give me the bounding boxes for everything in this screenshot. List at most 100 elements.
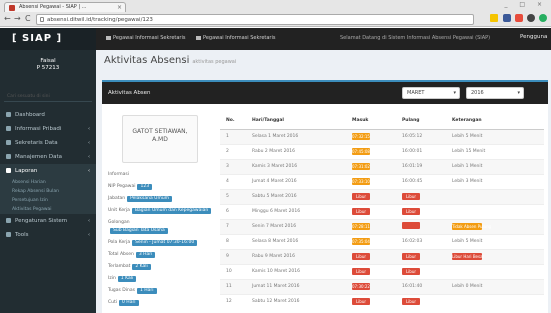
table-cell: 07:35:04 (346, 233, 396, 249)
sidebar-item-pengaturan[interactable]: Pengaturan Sistem ‹ (0, 214, 96, 228)
table-row[interactable]: 12 Sabtu 12 Maret 2016 Libur Libur (220, 293, 544, 309)
table-cell: Lebih 0 Menit (446, 278, 544, 294)
table-cell: Selasa 1 Maret 2016 (246, 128, 346, 144)
browser-tab[interactable]: Absensi Pegawai - SIAP | ... × (4, 2, 126, 12)
status-badge: Libur (352, 268, 370, 275)
status-badge: 07:45:08 (352, 148, 370, 155)
table-cell: Lebih 3 Menit (446, 173, 544, 189)
reload-icon[interactable]: C (25, 14, 31, 24)
table-cell: 07:28:11 (346, 218, 396, 234)
sidebar-item-sekretaris[interactable]: Sekretaris Data ‹ (0, 136, 96, 150)
status-badge: Libur (402, 268, 420, 275)
tab-close-icon[interactable]: × (117, 3, 122, 12)
extension-icon[interactable] (503, 14, 511, 22)
attendance-box: Aktivitas Absen MARET ▾ 2016 ▾ GATOT SETIA… (102, 80, 548, 313)
address-bar[interactable]: absensi.ditwil.id/tracking/pegawai/123 (36, 14, 474, 25)
info-chip: Sub Bagian Tata Usaha (110, 228, 168, 234)
status-badge: Libur (402, 193, 420, 200)
app-topbar: [ SIAP ] Pegawai Informasi Sekretaris Pe… (0, 28, 551, 50)
menu-icon (106, 35, 111, 40)
star-icon[interactable] (490, 14, 498, 22)
info-row: NIP Pegawai 123 (108, 184, 153, 190)
sidebar-search[interactable]: Cari sesuatu di sini (4, 92, 92, 102)
sidebar-item-manajemen[interactable]: Manajemen Data ‹ (0, 150, 96, 164)
favicon-icon (9, 5, 15, 11)
back-icon[interactable]: ← (4, 14, 11, 24)
table-cell: 16:00:01 (396, 143, 446, 159)
table-row[interactable]: 10 Kamis 10 Maret 2016 Libur Libur (220, 263, 544, 279)
table-cell: Selasa 8 Maret 2016 (246, 233, 346, 249)
sidebar-item-laporan[interactable]: Laporan ‹ (0, 164, 96, 178)
table-cell: 12 (220, 293, 246, 309)
table-cell: 3 (220, 158, 246, 174)
table-cell: 07:31:02 (346, 158, 396, 174)
status-badge: 07:30:22 (352, 283, 370, 290)
page-title: Aktivitas Absensi aktivitas pegawai (104, 55, 237, 66)
menu-icon (196, 35, 201, 40)
caret-down-icon: ‹ (88, 168, 90, 174)
table-cell (446, 203, 544, 219)
extension-icon[interactable] (527, 14, 535, 22)
info-chip: 0 Hari (119, 300, 139, 306)
info-row: Golongan (108, 220, 130, 225)
table-cell: 16:01:40 (396, 278, 446, 294)
table-row[interactable]: 11 Jumat 11 Maret 2016 07:30:22 16:01:40 Leb… (220, 278, 544, 294)
table-cell: Rabu 9 Maret 2016 (246, 248, 346, 264)
table-cell: Rabu 2 Maret 2016 (246, 143, 346, 159)
sidebar-subitem[interactable]: Aktivitas Pegawai (0, 205, 96, 214)
table-cell: Libur (346, 203, 396, 219)
info-row: Sub Bagian Tata Usaha (108, 228, 168, 234)
table-cell: Jumat 4 Maret 2016 (246, 173, 346, 189)
sidebar-item-info[interactable]: Informasi Pribadi ‹ (0, 122, 96, 136)
sidebar-subitem[interactable]: Persetujuan Izin (0, 196, 96, 205)
table-cell: Libur (396, 293, 446, 309)
sidebar-item-dashboard[interactable]: Dashboard (0, 108, 96, 122)
table-row[interactable]: 2 Rabu 2 Maret 2016 07:45:08 16:00:01 Lebih … (220, 143, 544, 159)
top-menu-item[interactable]: Pegawai Informasi Sekretaris (106, 35, 185, 41)
year-select[interactable]: 2016 ▾ (466, 87, 524, 99)
col-header[interactable]: Hari/Tanggal (246, 112, 346, 130)
database-icon (6, 154, 11, 159)
table-cell: 9 (220, 248, 246, 264)
forward-icon[interactable]: → (14, 14, 21, 24)
sidebar: Faisal P 57213 Cari sesuatu di sini Dash… (0, 50, 96, 313)
sidebar-subitem[interactable]: Absensi Harian (0, 178, 96, 187)
top-menu-item[interactable]: Pegawai Informasi Sekretaris (196, 35, 275, 41)
table-header-row: No. Hari/Tanggal Masuk Pulang Keterangan (220, 112, 544, 130)
col-header: No. (220, 112, 246, 130)
table-cell: Sabtu 5 Maret 2016 (246, 188, 346, 204)
extension-icon[interactable] (515, 14, 523, 22)
table-row[interactable]: 7 Senin 7 Maret 2016 07:28:11 Tidak Absen P… (220, 218, 544, 234)
attendance-table: No. Hari/Tanggal Masuk Pulang Keterangan… (220, 112, 544, 309)
table-cell (396, 218, 446, 234)
month-select[interactable]: MARET ▾ (402, 87, 460, 99)
table-cell: Tidak Absen Pulang (446, 218, 544, 234)
table-cell: 16:00:45 (396, 173, 446, 189)
table-cell: 11 (220, 278, 246, 294)
col-header[interactable]: Masuk (346, 112, 396, 130)
table-row[interactable]: 8 Selasa 8 Maret 2016 07:35:04 16:02:03 Lebi… (220, 233, 544, 249)
caret-left-icon: ‹ (88, 218, 90, 224)
status-badge: Tidak Absen Pulang (452, 223, 492, 230)
table-row[interactable]: 4 Jumat 4 Maret 2016 07:33:10 16:00:45 Lebih… (220, 173, 544, 189)
table-cell: Libur (396, 248, 446, 264)
table-row[interactable]: 9 Rabu 9 Maret 2016 Libur Libur Libur Hari B… (220, 248, 544, 264)
user-menu[interactable]: Pengguna (520, 34, 547, 40)
table-row[interactable]: 5 Sabtu 5 Maret 2016 Libur Libur (220, 188, 544, 204)
table-row[interactable]: 1 Selasa 1 Maret 2016 07:32:15 16:05:12 Lebi… (220, 128, 544, 144)
status-badge: 07:32:15 (352, 133, 370, 140)
extension-icon[interactable] (539, 14, 547, 22)
info-row: Tugas Dinas 1 Hari (108, 288, 157, 294)
table-row[interactable]: 6 Minggu 6 Maret 2016 Libur Libur (220, 203, 544, 219)
browser-chrome: Absensi Pegawai - SIAP | ... × _ □ × ← →… (0, 0, 551, 27)
employee-card: GATOT SETIAWAN, A.MD (122, 115, 198, 163)
col-header[interactable]: Keterangan (446, 112, 544, 130)
sidebar-item-tools[interactable]: Tools ‹ (0, 228, 96, 242)
col-header[interactable]: Pulang (396, 112, 446, 130)
table-cell: Libur (346, 248, 396, 264)
sidebar-subitem[interactable]: Rekap Absensi Bulan (0, 187, 96, 196)
table-row[interactable]: 3 Kamis 3 Maret 2016 07:31:02 16:01:19 Lebih… (220, 158, 544, 174)
status-badge: 07:28:11 (352, 223, 370, 230)
app-brand[interactable]: [ SIAP ] (0, 28, 96, 50)
window-controls[interactable]: _ □ × (504, 1, 547, 8)
